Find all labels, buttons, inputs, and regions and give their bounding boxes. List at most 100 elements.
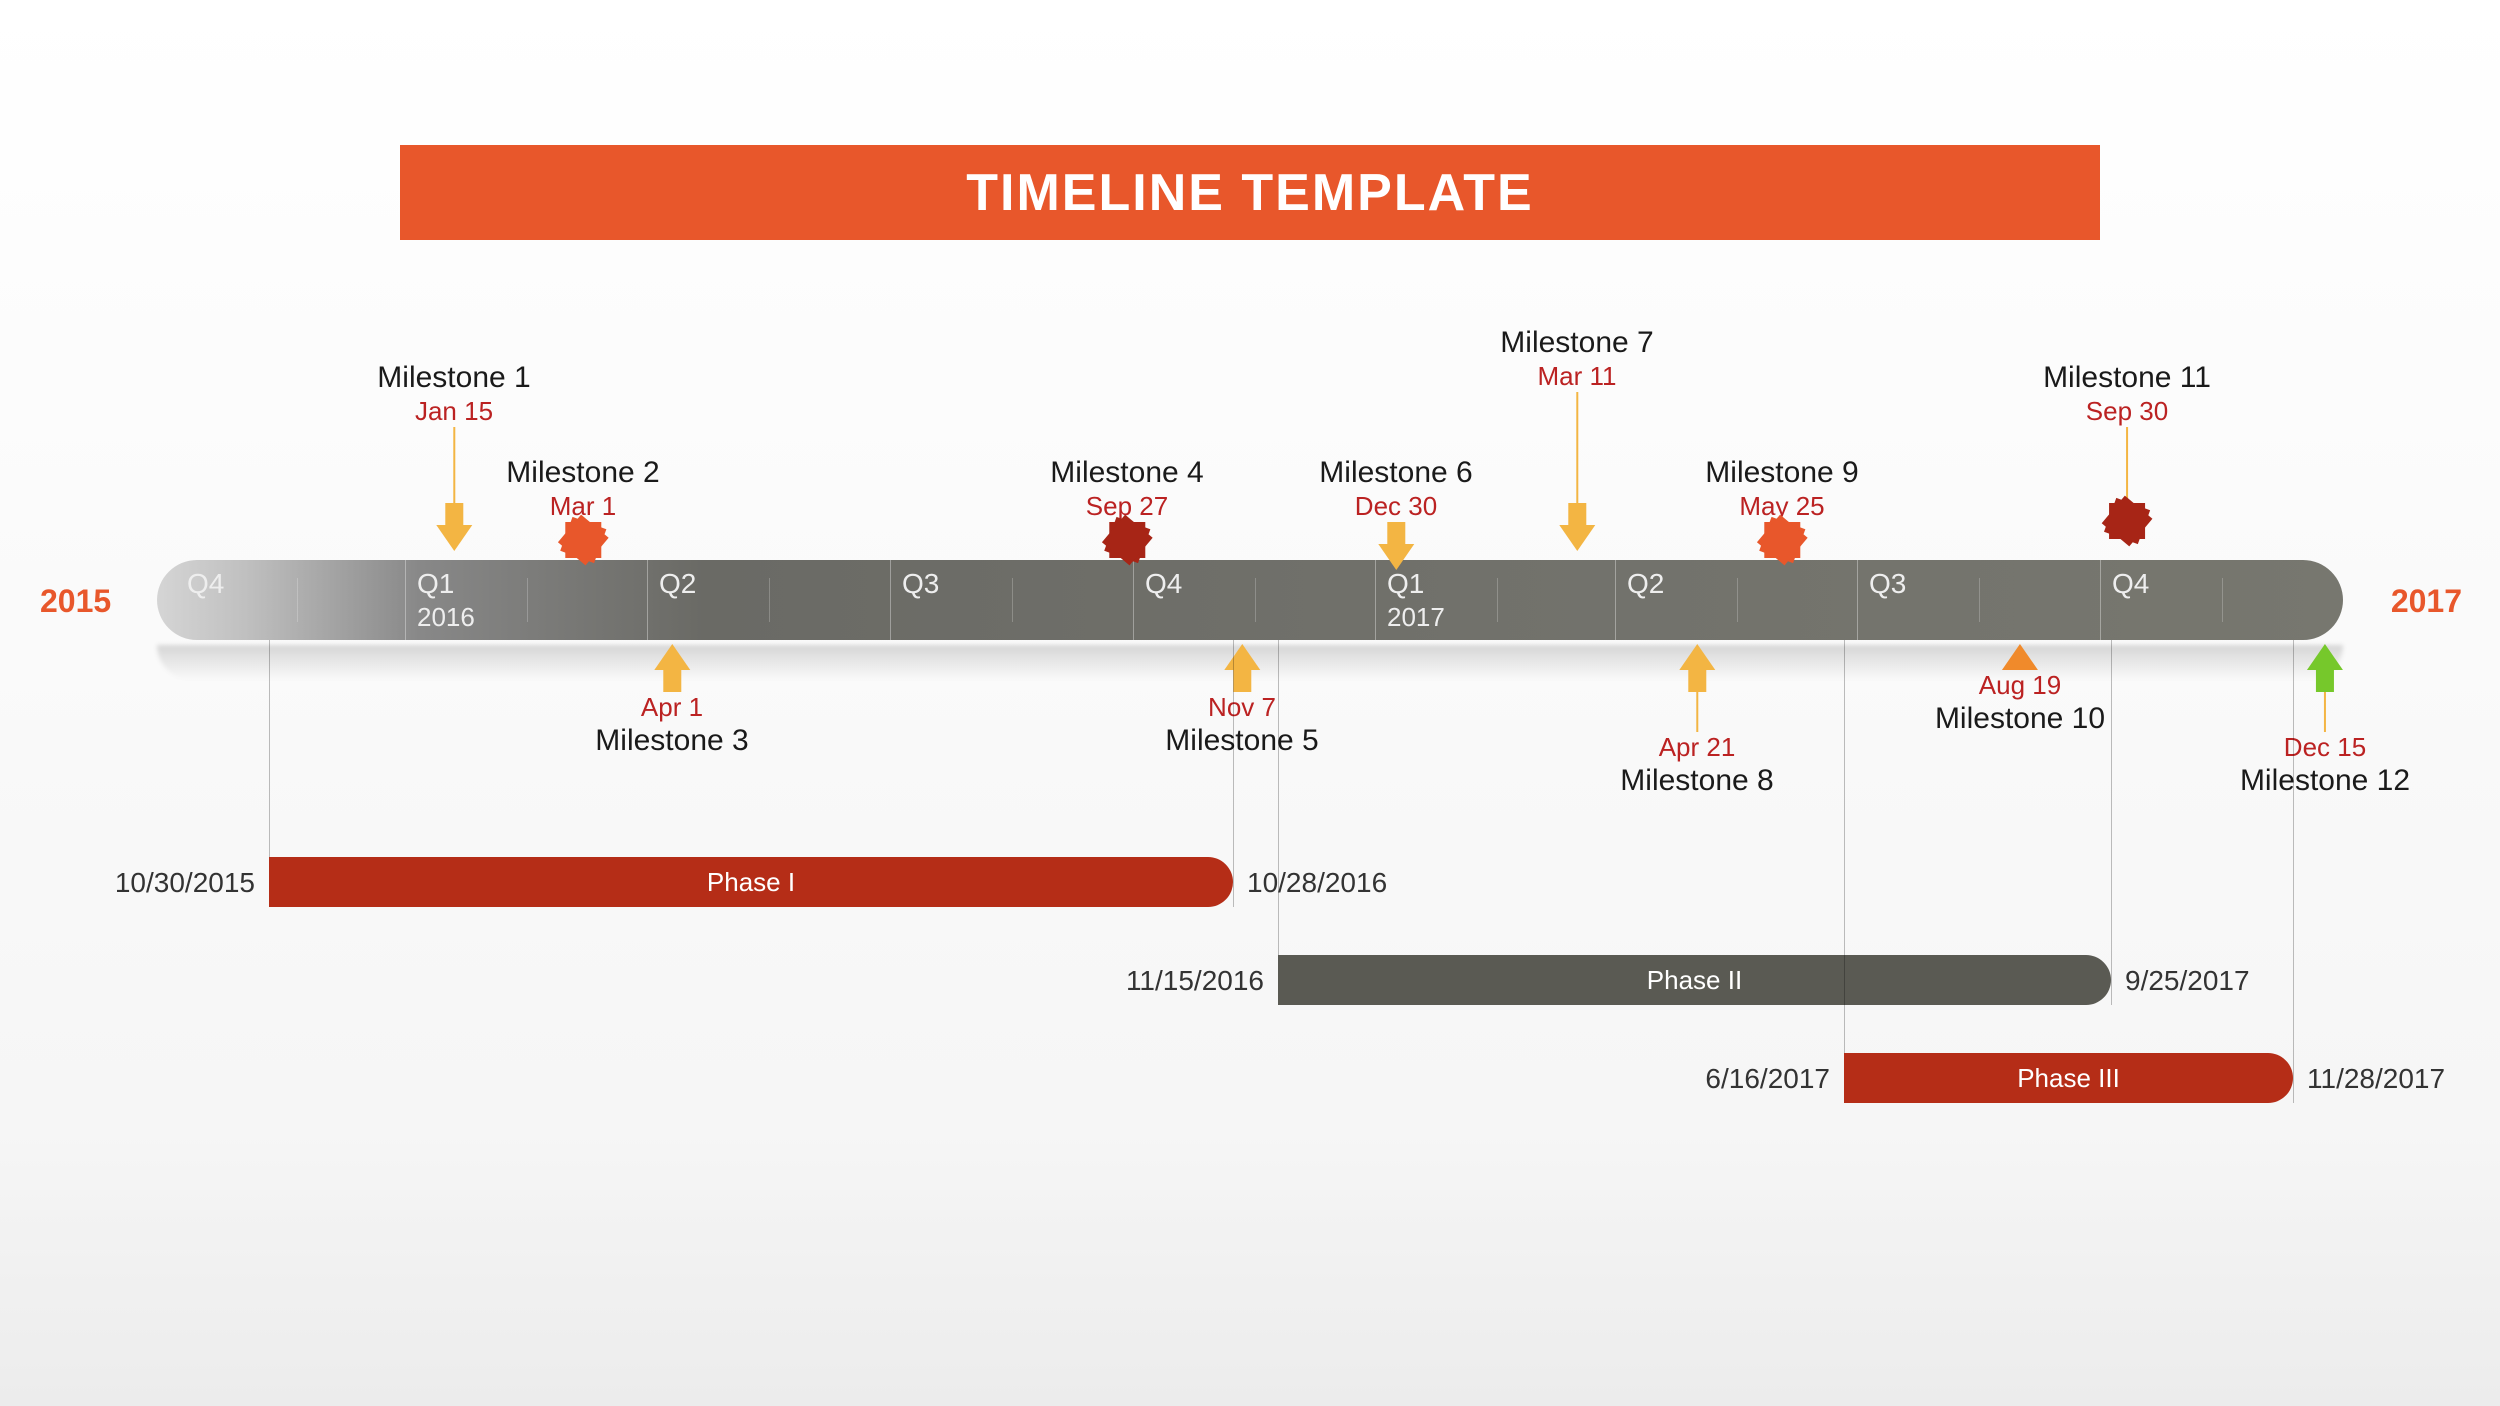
- milestone-date: Aug 19: [1935, 670, 2105, 701]
- arrow-up-icon: [663, 670, 681, 692]
- milestone-date: Apr 1: [595, 692, 748, 723]
- quarter-divider: [405, 560, 406, 640]
- drop-line: [1278, 640, 1279, 955]
- milestone-name: Milestone 1: [377, 360, 530, 396]
- milestone-date: Mar 11: [1500, 361, 1653, 392]
- drop-line: [2293, 640, 2294, 1103]
- arrow-up-icon: [2307, 644, 2343, 670]
- arrow-down-icon: [436, 525, 472, 551]
- starburst-icon: [1764, 522, 1800, 558]
- quarter-year-label: 2016: [417, 602, 475, 633]
- milestone-name: Milestone 6: [1319, 455, 1472, 491]
- quarter-divider: [2100, 560, 2101, 640]
- mid-tick: [1737, 578, 1738, 622]
- phase-bar: Phase III: [1844, 1053, 2293, 1103]
- drop-line: [269, 640, 270, 857]
- phase-bar: Phase II: [1278, 955, 2111, 1005]
- milestone-name: Milestone 12: [2240, 763, 2410, 799]
- milestone: Milestone 6Dec 30: [1319, 455, 1472, 570]
- milestone-name: Milestone 9: [1705, 455, 1858, 491]
- connector-line: [1696, 692, 1698, 732]
- milestone-name: Milestone 2: [506, 455, 659, 491]
- milestone-name: Milestone 7: [1500, 325, 1653, 361]
- milestone-date: Nov 7: [1165, 692, 1318, 723]
- quarter-label: Q1: [417, 568, 454, 600]
- phase-end-date: 10/28/2016: [1247, 867, 1387, 899]
- arrow-up-icon: [654, 644, 690, 670]
- arrow-up-icon: [2002, 644, 2038, 670]
- quarter-label: Q4: [1145, 568, 1182, 600]
- milestone-date: Apr 21: [1620, 732, 1773, 763]
- mid-tick: [297, 578, 298, 622]
- milestone: Milestone 9May 25: [1705, 455, 1858, 558]
- quarter-year-label: 2017: [1387, 602, 1445, 633]
- quarter-divider: [647, 560, 648, 640]
- mid-tick: [769, 578, 770, 622]
- mid-tick: [1255, 578, 1256, 622]
- milestone: Dec 15Milestone 12: [2240, 644, 2410, 799]
- title-banner: TIMELINE TEMPLATE: [400, 145, 2100, 240]
- connector-line: [2324, 692, 2326, 732]
- milestone-date: Sep 30: [2043, 396, 2211, 427]
- quarter-divider: [1615, 560, 1616, 640]
- phase-start-date: 11/15/2016: [1126, 965, 1264, 997]
- starburst-icon: [2109, 503, 2145, 539]
- drop-line: [1844, 640, 1845, 1053]
- drop-line: [2111, 640, 2112, 1005]
- timeline-bar: Q4Q12016Q2Q3Q4Q12017Q2Q3Q4: [157, 560, 2343, 640]
- milestone-name: Milestone 5: [1165, 723, 1318, 759]
- arrow-up-icon: [1224, 644, 1260, 670]
- connector-line: [453, 427, 455, 503]
- arrow-down-icon: [1387, 522, 1405, 544]
- arrow-up-icon: [1679, 644, 1715, 670]
- arrow-up-icon: [1688, 670, 1706, 692]
- milestone: Apr 21Milestone 8: [1620, 644, 1773, 799]
- arrow-down-icon: [1568, 503, 1586, 525]
- milestone-date: Dec 30: [1319, 491, 1472, 522]
- milestone-name: Milestone 11: [2043, 360, 2211, 396]
- milestone-date: Jan 15: [377, 396, 530, 427]
- milestone-name: Milestone 8: [1620, 763, 1773, 799]
- year-start-label: 2015: [40, 583, 111, 620]
- arrow-up-icon: [2316, 670, 2334, 692]
- phase-bar: Phase I: [269, 857, 1233, 907]
- connector-line: [1576, 392, 1578, 503]
- milestone-name: Milestone 4: [1050, 455, 1203, 491]
- quarter-label: Q4: [2112, 568, 2149, 600]
- connector-line: [2126, 427, 2128, 503]
- quarter-label: Q2: [1627, 568, 1664, 600]
- quarter-divider: [890, 560, 891, 640]
- phase-end-date: 11/28/2017: [2307, 1063, 2445, 1095]
- arrow-up-icon: [1233, 670, 1251, 692]
- milestone: Milestone 7Mar 11: [1500, 325, 1653, 551]
- title-text: TIMELINE TEMPLATE: [966, 163, 1533, 223]
- phase-end-date: 9/25/2017: [2125, 965, 2250, 997]
- arrow-down-icon: [445, 503, 463, 525]
- phase-start-date: 10/30/2015: [115, 867, 255, 899]
- quarter-divider: [1857, 560, 1858, 640]
- drop-line: [1233, 640, 1234, 907]
- quarter-divider: [1133, 560, 1134, 640]
- milestone: Milestone 4Sep 27: [1050, 455, 1203, 558]
- milestone: Milestone 2Mar 1: [506, 455, 659, 558]
- quarter-label: Q3: [902, 568, 939, 600]
- arrow-down-icon: [1378, 544, 1414, 570]
- year-end-label: 2017: [2391, 583, 2462, 620]
- quarter-label: Q1: [1387, 568, 1424, 600]
- starburst-icon: [565, 522, 601, 558]
- quarter-label: Q3: [1869, 568, 1906, 600]
- milestone: Apr 1Milestone 3: [595, 644, 748, 759]
- milestone-name: Milestone 3: [595, 723, 748, 759]
- mid-tick: [2222, 578, 2223, 622]
- arrow-down-icon: [1559, 525, 1595, 551]
- milestone: Milestone 11Sep 30: [2043, 360, 2211, 539]
- mid-tick: [1979, 578, 1980, 622]
- phase-start-date: 6/16/2017: [1705, 1063, 1830, 1095]
- mid-tick: [1012, 578, 1013, 622]
- mid-tick: [527, 578, 528, 622]
- quarter-label: Q4: [187, 568, 224, 600]
- milestone-date: Dec 15: [2240, 732, 2410, 763]
- milestone-name: Milestone 10: [1935, 701, 2105, 737]
- milestone: Aug 19Milestone 10: [1935, 644, 2105, 737]
- quarter-divider: [1375, 560, 1376, 640]
